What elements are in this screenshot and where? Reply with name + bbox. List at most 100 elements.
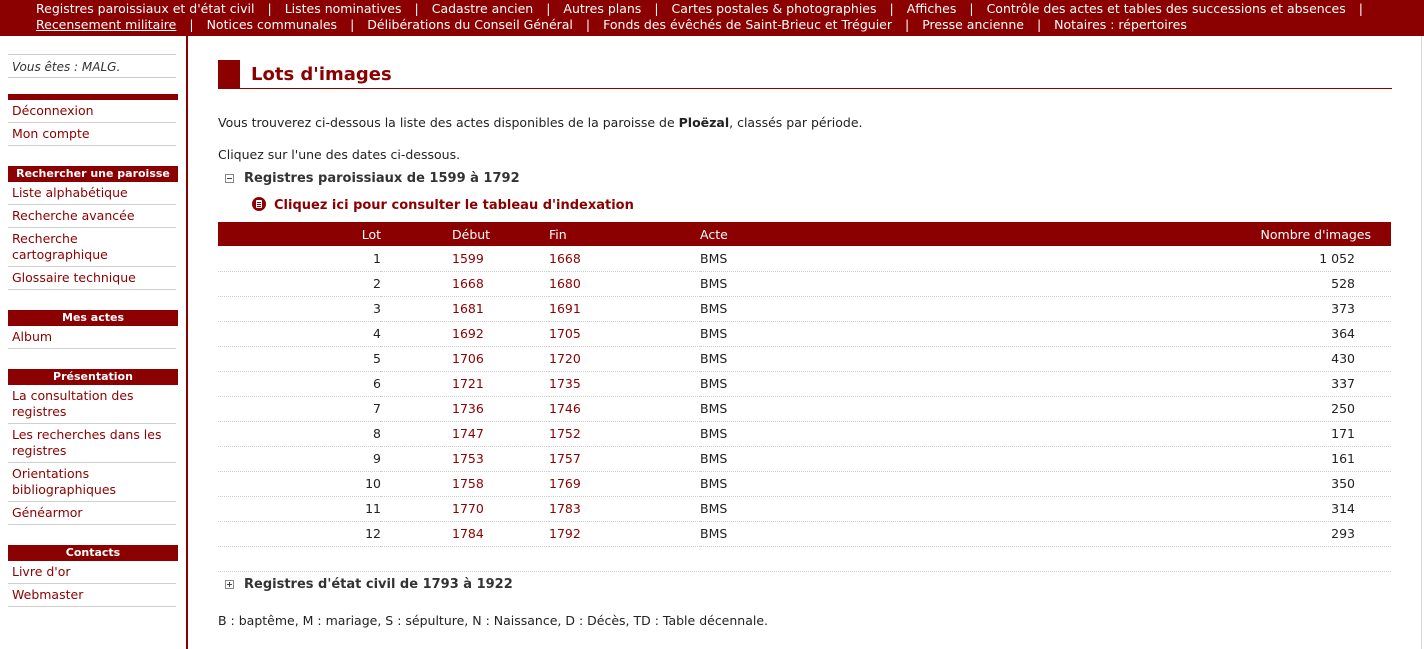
- sidebar-item-webmaster[interactable]: Webmaster: [8, 584, 176, 607]
- cell-acte: BMS: [700, 396, 900, 422]
- col-nombre-images: Nombre d'images: [900, 222, 1391, 246]
- cell-debut-link[interactable]: 1681: [381, 296, 549, 322]
- current-user: Vous êtes : MALG.: [8, 54, 176, 78]
- nav-cadastre-ancien[interactable]: Cadastre ancien: [432, 1, 533, 16]
- cell-fin-link[interactable]: 1783: [549, 496, 700, 522]
- logout-link[interactable]: Déconnexion: [8, 100, 176, 123]
- intro-before: Vous trouverez ci-dessous la liste des a…: [218, 115, 679, 130]
- cell-lot: 12: [218, 521, 381, 547]
- instruction-text: Cliquez sur l'une des dates ci-dessous.: [218, 147, 461, 162]
- table-row: 6 1721 1735 BMS 337: [218, 371, 1391, 397]
- nav-separator: |: [546, 1, 551, 16]
- contacts-heading: Contacts: [8, 545, 178, 561]
- cell-fin-link[interactable]: 1680: [549, 271, 700, 297]
- sidebar-item-map-search[interactable]: Recherche cartographique: [8, 228, 176, 267]
- cell-lot: 4: [218, 321, 381, 347]
- cell-fin-link[interactable]: 1720: [549, 346, 700, 372]
- collapse-icon[interactable]: [225, 174, 234, 183]
- nav-separator: |: [189, 17, 194, 32]
- nav-cartes-postales[interactable]: Cartes postales & photographies: [672, 1, 877, 16]
- cell-nombre-images: 314: [900, 496, 1391, 522]
- sidebar-item-advanced-search[interactable]: Recherche avancée: [8, 205, 176, 228]
- intro-text: Vous trouverez ci-dessous la liste des a…: [218, 115, 1392, 131]
- sidebar-item-research[interactable]: Les recherches dans les registres: [8, 424, 176, 463]
- cell-debut-link[interactable]: 1668: [381, 271, 549, 297]
- cell-fin-link[interactable]: 1746: [549, 396, 700, 422]
- nav-notaires-repertoires[interactable]: Notaires : répertoires: [1054, 17, 1187, 32]
- main-content: Lots d'images Vous trouverez ci-dessous …: [218, 60, 1392, 629]
- sidebar-item-genearmor[interactable]: Généarmor: [8, 502, 176, 525]
- cell-acte: BMS: [700, 521, 900, 547]
- table-row: 4 1692 1705 BMS 364: [218, 321, 1391, 347]
- cell-acte: BMS: [700, 371, 900, 397]
- cell-lot: 11: [218, 496, 381, 522]
- cell-nombre-images: 373: [900, 296, 1391, 322]
- sidebar-item-alphabetical-list[interactable]: Liste alphabétique: [8, 182, 176, 205]
- search-group: Rechercher une paroisse Liste alphabétiq…: [8, 166, 178, 290]
- index-link-label: Cliquez ici pour consulter le tableau d'…: [274, 198, 634, 213]
- cell-debut-link[interactable]: 1692: [381, 321, 549, 347]
- cell-lot: 5: [218, 346, 381, 372]
- nav-notices-communales[interactable]: Notices communales: [207, 17, 337, 32]
- cell-debut-link[interactable]: 1599: [381, 246, 549, 272]
- cell-fin-link[interactable]: 1668: [549, 246, 700, 272]
- nav-listes-nominatives[interactable]: Listes nominatives: [285, 1, 402, 16]
- cell-lot: 2: [218, 271, 381, 297]
- title-marker: [218, 60, 240, 88]
- table-row: 8 1747 1752 BMS 171: [218, 421, 1391, 447]
- cell-debut-link[interactable]: 1721: [381, 371, 549, 397]
- cell-acte: BMS: [700, 446, 900, 472]
- sidebar-item-glossary[interactable]: Glossaire technique: [8, 267, 176, 290]
- cell-debut-link[interactable]: 1706: [381, 346, 549, 372]
- table-row: 12 1784 1792 BMS 293: [218, 521, 1391, 547]
- cell-fin-link[interactable]: 1792: [549, 521, 700, 547]
- section1-label: Registres paroissiaux de 1599 à 1792: [244, 171, 520, 186]
- cell-fin-link[interactable]: 1752: [549, 421, 700, 447]
- index-table-link[interactable]: Cliquez ici pour consulter le tableau d'…: [252, 197, 1392, 215]
- cell-lot: 7: [218, 396, 381, 422]
- cell-nombre-images: 1 052: [900, 246, 1391, 272]
- section-etat-civil[interactable]: Registres d'état civil de 1793 à 1922: [218, 575, 1392, 595]
- cell-fin-link[interactable]: 1735: [549, 371, 700, 397]
- nav-separator: |: [414, 1, 419, 16]
- cell-fin-link[interactable]: 1757: [549, 446, 700, 472]
- cell-debut-link[interactable]: 1736: [381, 396, 549, 422]
- sidebar-item-consultation[interactable]: La consultation des registres: [8, 385, 176, 424]
- nav-separator: |: [905, 17, 910, 32]
- sidebar-item-album[interactable]: Album: [8, 326, 176, 349]
- nav-recensement-militaire[interactable]: Recensement militaire: [36, 17, 176, 32]
- cell-fin-link[interactable]: 1705: [549, 321, 700, 347]
- nav-separator: |: [1358, 1, 1363, 16]
- search-heading: Rechercher une paroisse: [8, 166, 178, 182]
- sidebar-item-guestbook[interactable]: Livre d'or: [8, 561, 176, 584]
- nav-affiches[interactable]: Affiches: [907, 1, 957, 16]
- cell-debut-link[interactable]: 1770: [381, 496, 549, 522]
- table-header-row: Lot Début Fin Acte Nombre d'images: [218, 222, 1391, 246]
- nav-autres-plans[interactable]: Autres plans: [563, 1, 641, 16]
- expand-icon[interactable]: [225, 579, 234, 589]
- cell-debut-link[interactable]: 1747: [381, 421, 549, 447]
- page-title: Lots d'images: [251, 64, 392, 85]
- cell-acte: BMS: [700, 246, 900, 272]
- table-row: 9 1753 1757 BMS 161: [218, 446, 1391, 472]
- cell-lot: 3: [218, 296, 381, 322]
- nav-separator: |: [585, 17, 591, 32]
- cell-fin-link[interactable]: 1691: [549, 296, 700, 322]
- cell-fin-link[interactable]: 1769: [549, 471, 700, 497]
- nav-deliberations[interactable]: Délibérations du Conseil Général: [367, 17, 573, 32]
- cell-acte: BMS: [700, 321, 900, 347]
- cell-debut-link[interactable]: 1784: [381, 521, 549, 547]
- my-account-link[interactable]: Mon compte: [8, 123, 176, 146]
- section-registres-paroissiaux[interactable]: Registres paroissiaux de 1599 à 1792: [218, 169, 1392, 189]
- cell-nombre-images: 293: [900, 521, 1391, 547]
- nav-fonds-des-eveches[interactable]: Fonds des évêchés de Saint-Brieuc et Tré…: [603, 17, 892, 32]
- nav-controle-des-actes[interactable]: Contrôle des actes et tables des success…: [987, 1, 1346, 16]
- nav-presse-ancienne[interactable]: Presse ancienne: [922, 17, 1024, 32]
- cell-debut-link[interactable]: 1758: [381, 471, 549, 497]
- sidebar-item-bibliography[interactable]: Orientations bibliographiques: [8, 463, 176, 502]
- nav-registres-paroissiaux[interactable]: Registres paroissiaux et d'état civil: [36, 1, 254, 16]
- table-row: 7 1736 1746 BMS 250: [218, 396, 1391, 422]
- contacts-group: Contacts Livre d'or Webmaster: [8, 545, 178, 607]
- page-title-bar: Lots d'images: [218, 60, 1392, 89]
- cell-debut-link[interactable]: 1753: [381, 446, 549, 472]
